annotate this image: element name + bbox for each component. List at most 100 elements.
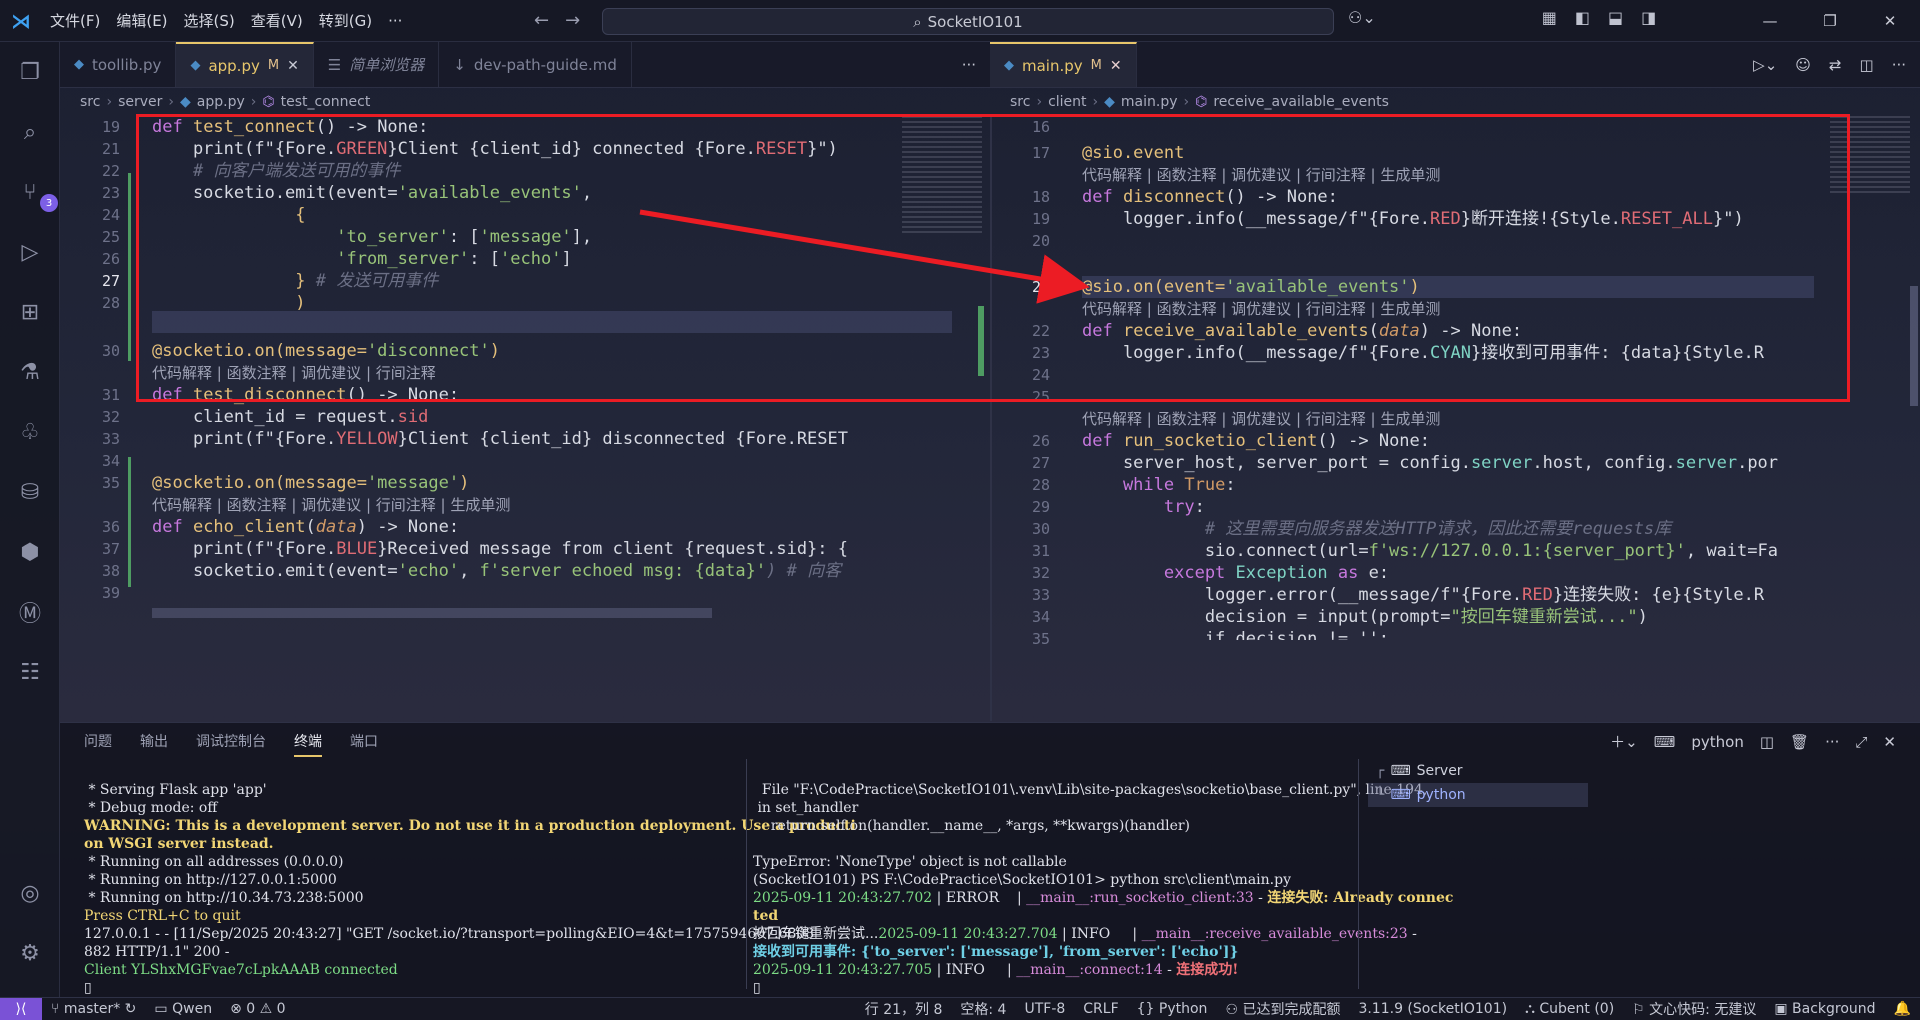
docker-icon[interactable]: ☷ [14,656,46,688]
language-mode[interactable]: {} Python [1128,1001,1217,1017]
toggle-primary-sidebar-icon[interactable]: ◧ [1575,8,1590,27]
database-icon[interactable]: ⛁ [14,476,46,508]
toggle-panel-icon[interactable]: ⬓ [1608,8,1623,27]
quota-status[interactable]: ⚇ 已达到完成配额 [1216,999,1349,1019]
horizontal-scrollbar[interactable] [152,608,712,618]
tab-terminal[interactable]: 终端 [294,731,322,757]
customize-layout-icon[interactable]: ▦ [1542,8,1557,27]
close-panel-icon[interactable]: ✕ [1883,733,1896,751]
account-icon[interactable]: ◎ [14,877,46,909]
code-line: try: [1082,497,1205,517]
python-icon[interactable]: ♧ [14,416,46,448]
problems-status[interactable]: ⊗ 0 ⚠ 0 [221,1001,294,1017]
copilot-icon: ⚇ [1225,1002,1243,1018]
maximize-panel-icon[interactable]: ⤢ [1855,733,1867,751]
menu-selection[interactable]: 选择(S) [176,10,243,31]
scrollbar-thumb[interactable] [1910,286,1918,406]
search-icon[interactable]: ⌕ [14,116,46,148]
git-gutter-added [128,457,131,587]
copilot-hex-icon[interactable]: ⬢ [14,536,46,568]
python-interpreter[interactable]: 3.11.9 (SocketIO101) [1349,1001,1516,1017]
cursor: ▯ [84,980,92,996]
code-line: @socketio.on(message='message') [152,473,470,493]
python-file-icon: ◆ [1104,94,1115,110]
tab-simple-browser[interactable]: ☰ 简单浏览器 [314,42,440,87]
menu-edit[interactable]: 编辑(E) [108,10,175,31]
settings-icon[interactable]: ⚙ [14,937,46,969]
restore-icon[interactable]: ❐ [1800,0,1860,42]
qwen-status[interactable]: ▭ Qwen [145,1001,221,1017]
command-center-search[interactable]: ⌕ SocketIO101 [602,8,1334,35]
cubent-status[interactable]: ⛬ Cubent (0) [1516,1001,1623,1017]
run-debug-icon[interactable]: ▷ [14,236,46,268]
background-status[interactable]: ▣ Background [1765,1001,1884,1017]
split-terminal-icon[interactable]: ◫ [1760,733,1774,751]
image-icon: ▣ [1774,1001,1793,1017]
cursor-position[interactable]: 行 21，列 8 [856,999,952,1019]
tab-toollib[interactable]: ◆ toollib.py [60,42,177,87]
copilot-face-icon[interactable]: ☺ [1795,56,1811,74]
terminal-item-python[interactable]: └ ⌨ python [1368,783,1588,807]
terminal-item-server[interactable]: ┌ ⌨ Server [1368,759,1588,783]
breadcrumb: src › server › ◆ app.py › ⌬ test_connect [80,94,371,110]
testing-icon[interactable]: ⚗ [14,356,46,388]
log-line: 2025-09-11 20:43:27.702 | ERROR | __main… [753,890,1454,906]
left-editor-tabs: ◆ toollib.py ◆ app.py M ✕ ☰ 简单浏览器 ↓ dev-path-g… [60,42,990,88]
method-icon: ⌬ [262,94,275,110]
remote-indicator-icon[interactable]: ⟩⟨ [0,997,42,1020]
vscode-logo-icon: ⋊ [11,8,31,33]
tab-app[interactable]: ◆ app.py M ✕ [176,42,314,87]
tab-problems[interactable]: 问题 [84,731,112,757]
code-line: logger.error(__message/f"{Fore.RED}连接失败:… [1082,585,1765,605]
branch-icon: ⑂ [51,1001,64,1017]
log-line: 2025-09-11 20:43:27.705 | INFO | __main_… [753,962,1239,978]
tab-dev-path-guide[interactable]: ↓ dev-path-guide.md [439,42,632,87]
compare-icon[interactable]: ⇄ [1829,56,1842,74]
tab-ports[interactable]: 端口 [350,731,378,757]
source-control-icon[interactable]: ⑂ 3 [14,176,58,212]
new-terminal-icon[interactable]: ＋⌄ [1610,731,1638,752]
tab-main[interactable]: ◆ main.py M ✕ [990,42,1137,87]
close-tab-icon[interactable]: ✕ [287,58,299,74]
more-actions-icon[interactable]: ··· [1892,56,1906,74]
split-editor-icon[interactable]: ◫ [1860,56,1874,74]
braces-icon: {} [1136,1001,1159,1017]
close-tab-icon[interactable]: ✕ [1110,58,1122,74]
git-branch[interactable]: ⑂ master* ↻ [42,1001,145,1017]
tab-output[interactable]: 输出 [140,731,168,757]
copilot-icon[interactable]: ⚇⌄ [1348,8,1376,27]
forward-arrow-icon[interactable]: → [565,10,580,31]
run-python-icon[interactable]: ▷⌄ [1753,56,1777,74]
browser-icon: ☰ [327,55,342,74]
status-bar: ⟩⟨ ⑂ master* ↻ ▭ Qwen ⊗ 0 ⚠ 0 行 21，列 8 空… [0,997,1920,1020]
title-bar: ⋊ 文件(F) 编辑(E) 选择(S) 查看(V) 转到(G) ··· ← → … [0,0,1920,42]
wenxin-status[interactable]: ⚐ 文心快码: 无建议 [1623,999,1765,1019]
activity-bar: ❐ ⌕ ⑂ 3 ▷ ⊞ ⚗ ♧ ⛁ ⬢ Ⓜ ☷ ◎ ⚙ [0,42,60,997]
trash-icon[interactable]: 🗑 [1790,733,1809,751]
indentation[interactable]: 空格: 4 [951,999,1015,1019]
back-arrow-icon[interactable]: ← [534,10,549,31]
code-line: print(f"{Fore.BLUE}Received message from… [152,539,848,559]
more-actions-icon[interactable]: ··· [1825,733,1839,751]
terminal-icon: ⌨ [1653,732,1676,751]
encoding[interactable]: UTF-8 [1015,1001,1074,1017]
cube-icon: ⛬ [1525,1001,1540,1017]
menu-more[interactable]: ··· [380,12,410,30]
more-actions-icon[interactable]: ··· [948,42,990,87]
notifications-icon[interactable]: 🔔 [1885,1001,1920,1017]
right-editor-tabs: ◆ main.py M ✕ ▷⌄ ☺ ⇄ ◫ ··· [990,42,1920,88]
menu-view[interactable]: 查看(V) [243,10,311,31]
line-ending[interactable]: CRLF [1074,1001,1127,1017]
extensions-icon[interactable]: ⊞ [14,296,46,328]
codelens[interactable]: 代码解释 | 函数注释 | 调优建议 | 行间注释 | 生成单测 [1082,408,1440,430]
minimize-icon[interactable]: — [1740,0,1800,42]
close-window-icon[interactable]: ✕ [1860,0,1920,42]
menu-go[interactable]: 转到(G) [311,10,380,31]
codelens[interactable]: 代码解释 | 函数注释 | 调优建议 | 行间注释 | 生成单测 [152,494,510,516]
markdown-icon[interactable]: Ⓜ [14,596,46,628]
menu-file[interactable]: 文件(F) [42,10,108,31]
tab-debug-console[interactable]: 调试控制台 [196,731,266,757]
bottom-panel: 问题 输出 调试控制台 终端 端口 ＋⌄ ⌨ python ◫ 🗑 ··· ⤢ ✕… [60,722,1920,997]
toggle-secondary-sidebar-icon[interactable]: ◨ [1641,8,1656,27]
explorer-icon[interactable]: ❐ [14,56,46,88]
